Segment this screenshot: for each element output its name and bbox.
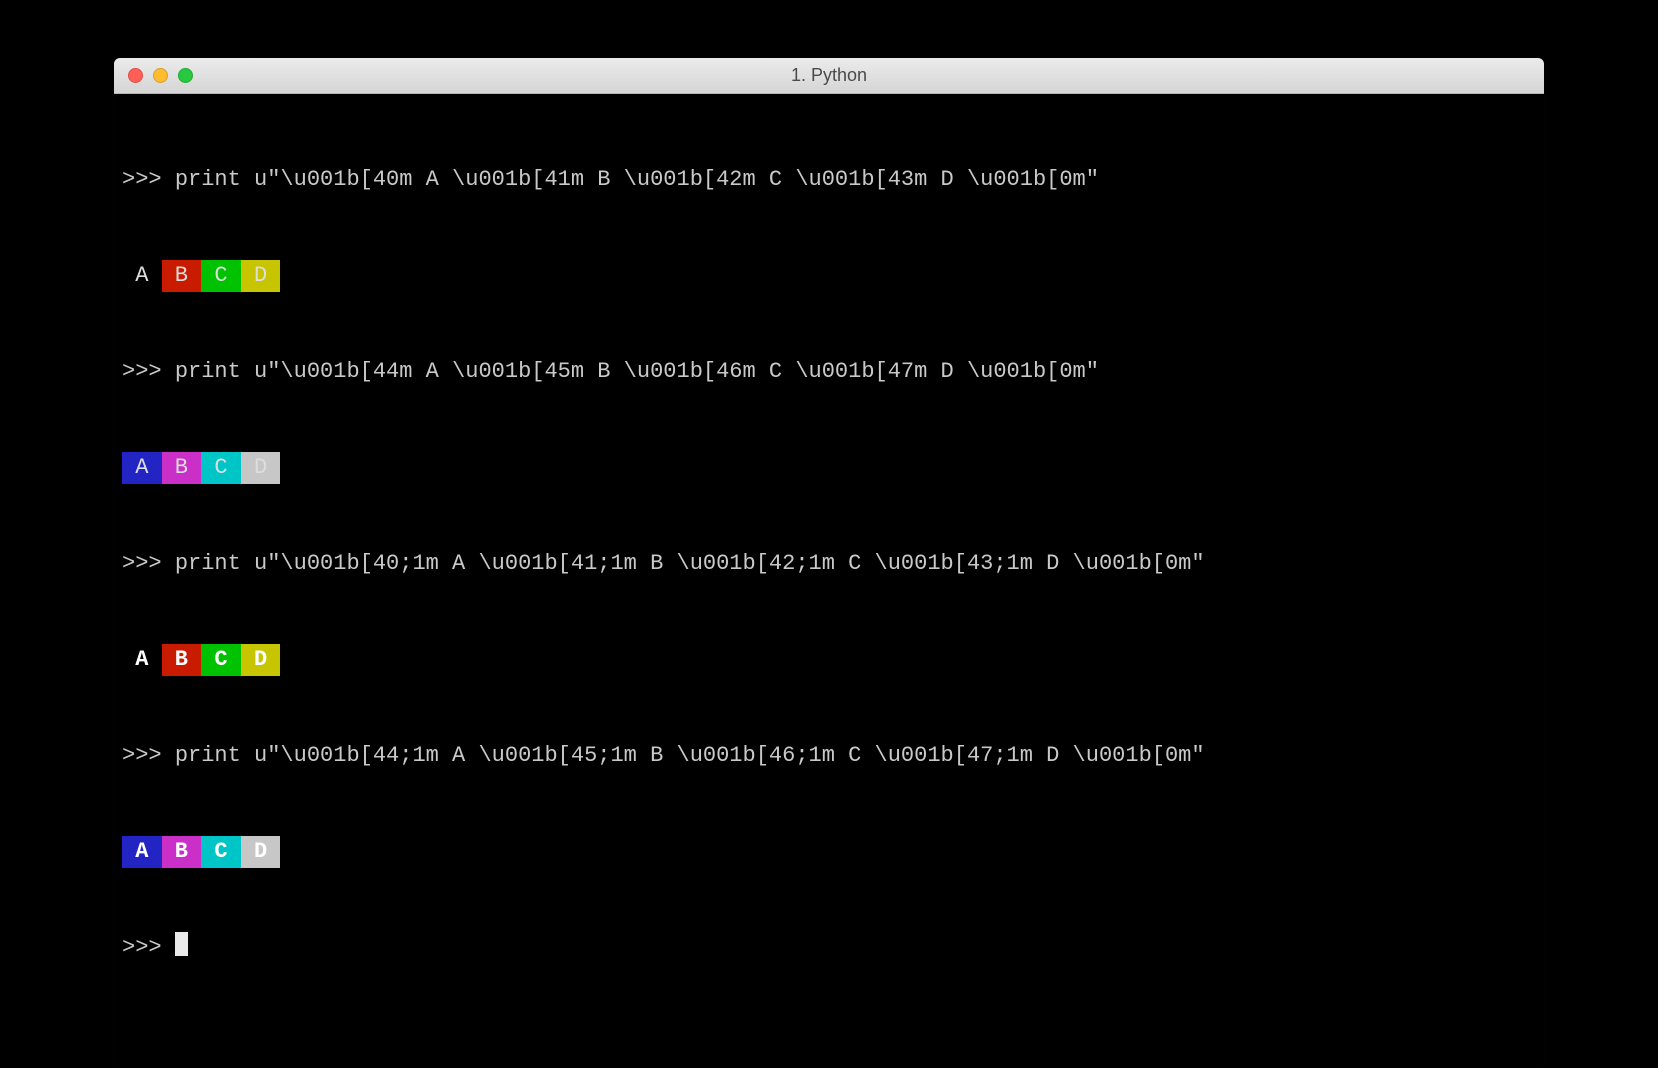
cursor (175, 932, 188, 956)
ansi-seg: A (122, 644, 162, 676)
terminal-body[interactable]: >>> print u"\u001b[40m A \u001b[41m B \u… (114, 94, 1544, 1068)
cmd-row: >>> print u"\u001b[40;1m A \u001b[41;1m … (122, 548, 1536, 580)
output-row: A B C D (122, 836, 1536, 868)
cmd-row: >>> print u"\u001b[40m A \u001b[41m B \u… (122, 164, 1536, 196)
prompt-row: >>> (122, 932, 1536, 964)
output-row: A B C D (122, 452, 1536, 484)
output-row: A B C D (122, 644, 1536, 676)
prompt: >>> (122, 359, 175, 384)
output-row: A B C D (122, 260, 1536, 292)
ansi-seg: C (201, 260, 241, 292)
ansi-seg: D (241, 836, 281, 868)
prompt: >>> (122, 935, 175, 960)
ansi-seg: B (162, 836, 202, 868)
ansi-seg: D (241, 644, 281, 676)
cmd-row: >>> print u"\u001b[44;1m A \u001b[45;1m … (122, 740, 1536, 772)
cmd-text: print u"\u001b[44;1m A \u001b[45;1m B \u… (175, 743, 1205, 768)
ansi-seg: B (162, 260, 202, 292)
window-title: 1. Python (114, 65, 1544, 86)
terminal-window: 1. Python >>> print u"\u001b[40m A \u001… (114, 58, 1544, 1068)
ansi-seg: B (162, 644, 202, 676)
ansi-seg: B (162, 452, 202, 484)
ansi-seg: D (241, 452, 281, 484)
cmd-row: >>> print u"\u001b[44m A \u001b[45m B \u… (122, 356, 1536, 388)
prompt: >>> (122, 167, 175, 192)
ansi-seg: D (241, 260, 281, 292)
ansi-seg: C (201, 452, 241, 484)
prompt: >>> (122, 551, 175, 576)
ansi-seg: C (201, 644, 241, 676)
ansi-seg: A (122, 260, 162, 292)
cmd-text: print u"\u001b[40;1m A \u001b[41;1m B \u… (175, 551, 1205, 576)
ansi-seg: A (122, 452, 162, 484)
window-titlebar: 1. Python (114, 58, 1544, 94)
cmd-text: print u"\u001b[44m A \u001b[45m B \u001b… (175, 359, 1099, 384)
ansi-seg: A (122, 836, 162, 868)
prompt: >>> (122, 743, 175, 768)
ansi-seg: C (201, 836, 241, 868)
cmd-text: print u"\u001b[40m A \u001b[41m B \u001b… (175, 167, 1099, 192)
